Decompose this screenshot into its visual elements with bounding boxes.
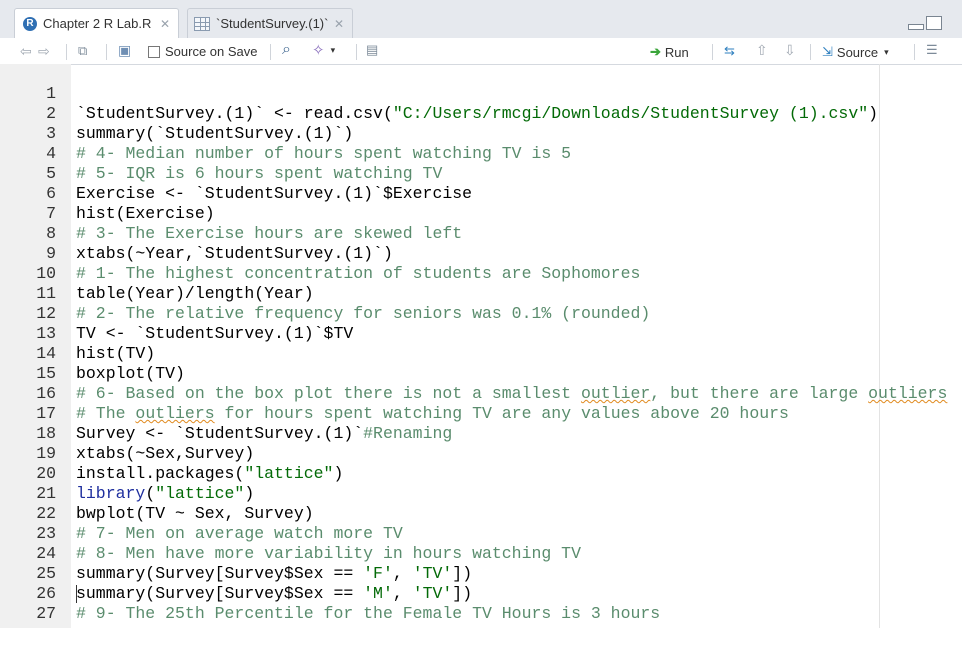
forward-arrow-icon[interactable]: ⇨ [38, 43, 50, 60]
pane-window-controls [908, 16, 942, 30]
line-number: 27 [36, 604, 56, 623]
chevron-down-icon: ▾ [330, 44, 336, 55]
code-line: 4 # 5- IQR is 6 hours spent watching TV [0, 124, 962, 183]
source-button[interactable]: ⇲ Source ▾ [822, 44, 889, 60]
go-to-next-section-icon[interactable]: ⇩ [784, 42, 796, 59]
code-line: 2 summary(`StudentSurvey.(1)`) [0, 84, 962, 143]
code-line: 7 # 3- The Exercise hours are skewed lef… [0, 184, 962, 243]
rerun-icon[interactable]: ⇆ [724, 43, 735, 59]
source-arrow-icon: ⇲ [822, 44, 833, 59]
code-line: 15 # 6- Based on the box plot there is n… [0, 344, 962, 403]
code-line: 11 # 2- The relative frequency for senio… [0, 264, 962, 323]
save-icon[interactable]: ▣ [118, 42, 131, 59]
tab-label: Chapter 2 R Lab.R [43, 16, 152, 31]
checkbox-box[interactable] [148, 45, 160, 58]
code-line: 26 # 9- The 25th Percentile for the Fema… [0, 564, 962, 623]
run-arrow-icon: ➔ [650, 44, 661, 59]
text-cursor [76, 585, 77, 603]
editor-tab-bar: R Chapter 2 R Lab.R ✕ `StudentSurvey.(1)… [0, 0, 962, 39]
code-line: 24 summary(Survey[Survey$Sex == 'F', 'TV… [0, 524, 962, 583]
code-line: 6 hist(Exercise) [0, 164, 962, 223]
code-line: 9 # 1- The highest concentration of stud… [0, 224, 962, 283]
code-line: 18 xtabs(~Sex,Survey) [0, 404, 962, 463]
source-on-save-checkbox[interactable]: Source on Save [148, 44, 258, 59]
close-icon[interactable]: ✕ [334, 17, 344, 31]
code-line: 22 # 7- Men on average watch more TV [0, 484, 962, 543]
code-editor[interactable]: 1 `StudentSurvey.(1)` <- read.csv("C:/Us… [0, 64, 962, 628]
chevron-down-icon[interactable]: ▾ [884, 47, 889, 58]
code-line: 20 library("lattice") [0, 444, 962, 503]
close-icon[interactable]: ✕ [160, 17, 170, 31]
search-icon[interactable]: ⌕ [282, 41, 291, 59]
code-line: 5 Exercise <- `StudentSurvey.(1)`$Exerci… [0, 144, 962, 203]
table-icon [194, 16, 210, 31]
code-line: 23 # 8- Men have more variability in hou… [0, 504, 962, 563]
source-on-save-label: Source on Save [165, 44, 258, 59]
run-label: Run [664, 44, 689, 60]
editor-toolbar: ⇦ ⇨ ⧉ ▣ Source on Save ⌕ ✧ ▾ ▤ ➔ Run ⇆ ⇧ … [0, 38, 962, 65]
tab-student-survey[interactable]: `StudentSurvey.(1)` ✕ [187, 8, 353, 38]
code-line: 27 [0, 584, 962, 623]
code-line: 16 # The outliers for hours spent watchi… [0, 364, 962, 423]
code-tools-wand-icon[interactable]: ✧ ▾ [312, 41, 335, 59]
code-line: 13 hist(TV) [0, 304, 962, 363]
tab-chapter-2-r-lab[interactable]: R Chapter 2 R Lab.R ✕ [14, 8, 179, 38]
code-line: 1 `StudentSurvey.(1)` <- read.csv("C:/Us… [0, 64, 962, 123]
run-button[interactable]: ➔ Run [650, 44, 689, 60]
back-arrow-icon[interactable]: ⇦ [20, 43, 32, 60]
show-in-window-icon[interactable]: ⧉ [78, 43, 87, 59]
minimize-pane-icon[interactable] [908, 24, 924, 30]
code-line: 21 bwplot(TV ~ Sex, Survey) [0, 464, 962, 523]
comment-text: # 9- The 25th Percentile for the Female … [76, 604, 661, 623]
code-line: 19 install.packages("lattice") [0, 424, 962, 483]
compile-report-icon[interactable]: ▤ [366, 42, 378, 58]
go-to-previous-section-icon[interactable]: ⇧ [756, 42, 768, 59]
source-label: Source [836, 44, 879, 60]
tab-label: `StudentSurvey.(1)` [216, 16, 329, 31]
code-line: 8 xtabs(~Year,`StudentSurvey.(1)`) [0, 204, 962, 263]
r-file-icon: R [23, 16, 37, 31]
code-line: 14 boxplot(TV) [0, 324, 962, 383]
code-line: 17 Survey <- `StudentSurvey.(1)`#Renamin… [0, 384, 962, 443]
code-line: 10 table(Year)/length(Year) [0, 244, 962, 303]
document-outline-icon[interactable]: ☰ [926, 42, 938, 58]
code-line: 3 # 4- Median number of hours spent watc… [0, 104, 962, 163]
code-line: 12 TV <- `StudentSurvey.(1)`$TV [0, 284, 962, 343]
code-line: 25 summary(Survey[Survey$Sex == 'M', 'TV… [0, 544, 962, 603]
maximize-pane-icon[interactable] [926, 16, 942, 30]
